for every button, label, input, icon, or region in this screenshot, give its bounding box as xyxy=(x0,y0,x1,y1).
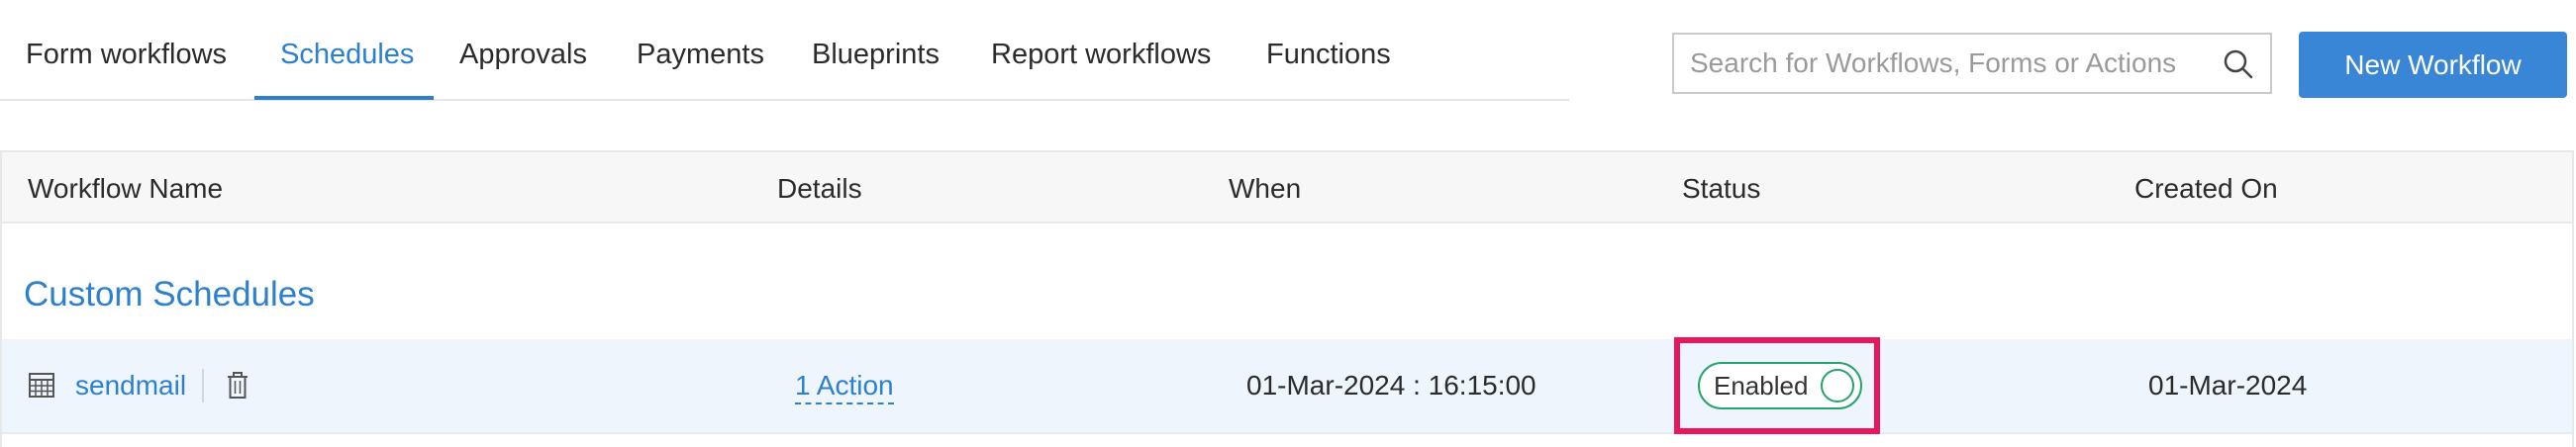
tab-schedules[interactable]: Schedules xyxy=(280,0,414,99)
column-header-details[interactable]: Details xyxy=(777,152,862,225)
search-box xyxy=(1672,33,2272,94)
active-tab-indicator xyxy=(254,96,434,100)
details-action-link[interactable]: 1 Action xyxy=(795,339,894,432)
workflow-tabs: Form workflows Schedules Approvals Payme… xyxy=(0,0,1569,101)
column-header-workflow-name[interactable]: Workflow Name xyxy=(28,152,223,225)
schedule-time: 01-Mar-2024 : 16:15:00 xyxy=(1246,370,1536,401)
table-header: Workflow Name Details When Status Create… xyxy=(0,150,2574,224)
column-header-when[interactable]: When xyxy=(1229,152,1301,225)
search-input[interactable] xyxy=(1690,35,2205,92)
table-body: Custom Schedules sendmail 1 Action 01-Ma… xyxy=(0,224,2574,447)
created-on-date: 01-Mar-2024 xyxy=(2148,370,2308,401)
trash-icon[interactable] xyxy=(226,372,249,400)
tab-functions[interactable]: Functions xyxy=(1266,0,1391,99)
tab-form-workflows[interactable]: Form workflows xyxy=(26,0,227,99)
tab-report-workflows[interactable]: Report workflows xyxy=(991,0,1211,99)
column-header-status[interactable]: Status xyxy=(1682,152,1760,225)
calendar-icon xyxy=(29,373,54,398)
tab-payments[interactable]: Payments xyxy=(637,0,764,99)
table-row: sendmail 1 Action 01-Mar-2024 : 16:15:00… xyxy=(2,337,2572,434)
workflow-name-link[interactable]: sendmail xyxy=(75,339,186,432)
row-divider xyxy=(202,369,204,402)
tab-blueprints[interactable]: Blueprints xyxy=(812,0,940,99)
status-highlight-annotation xyxy=(1674,337,1880,434)
search-icon[interactable] xyxy=(2223,48,2254,80)
details-action-label: 1 Action xyxy=(795,370,894,404)
group-title-custom-schedules: Custom Schedules xyxy=(24,275,315,313)
new-workflow-button[interactable]: New Workflow xyxy=(2299,32,2567,98)
column-header-created-on[interactable]: Created On xyxy=(2134,152,2278,225)
workflow-table: Workflow Name Details When Status Create… xyxy=(0,150,2576,447)
tab-approvals[interactable]: Approvals xyxy=(459,0,587,99)
